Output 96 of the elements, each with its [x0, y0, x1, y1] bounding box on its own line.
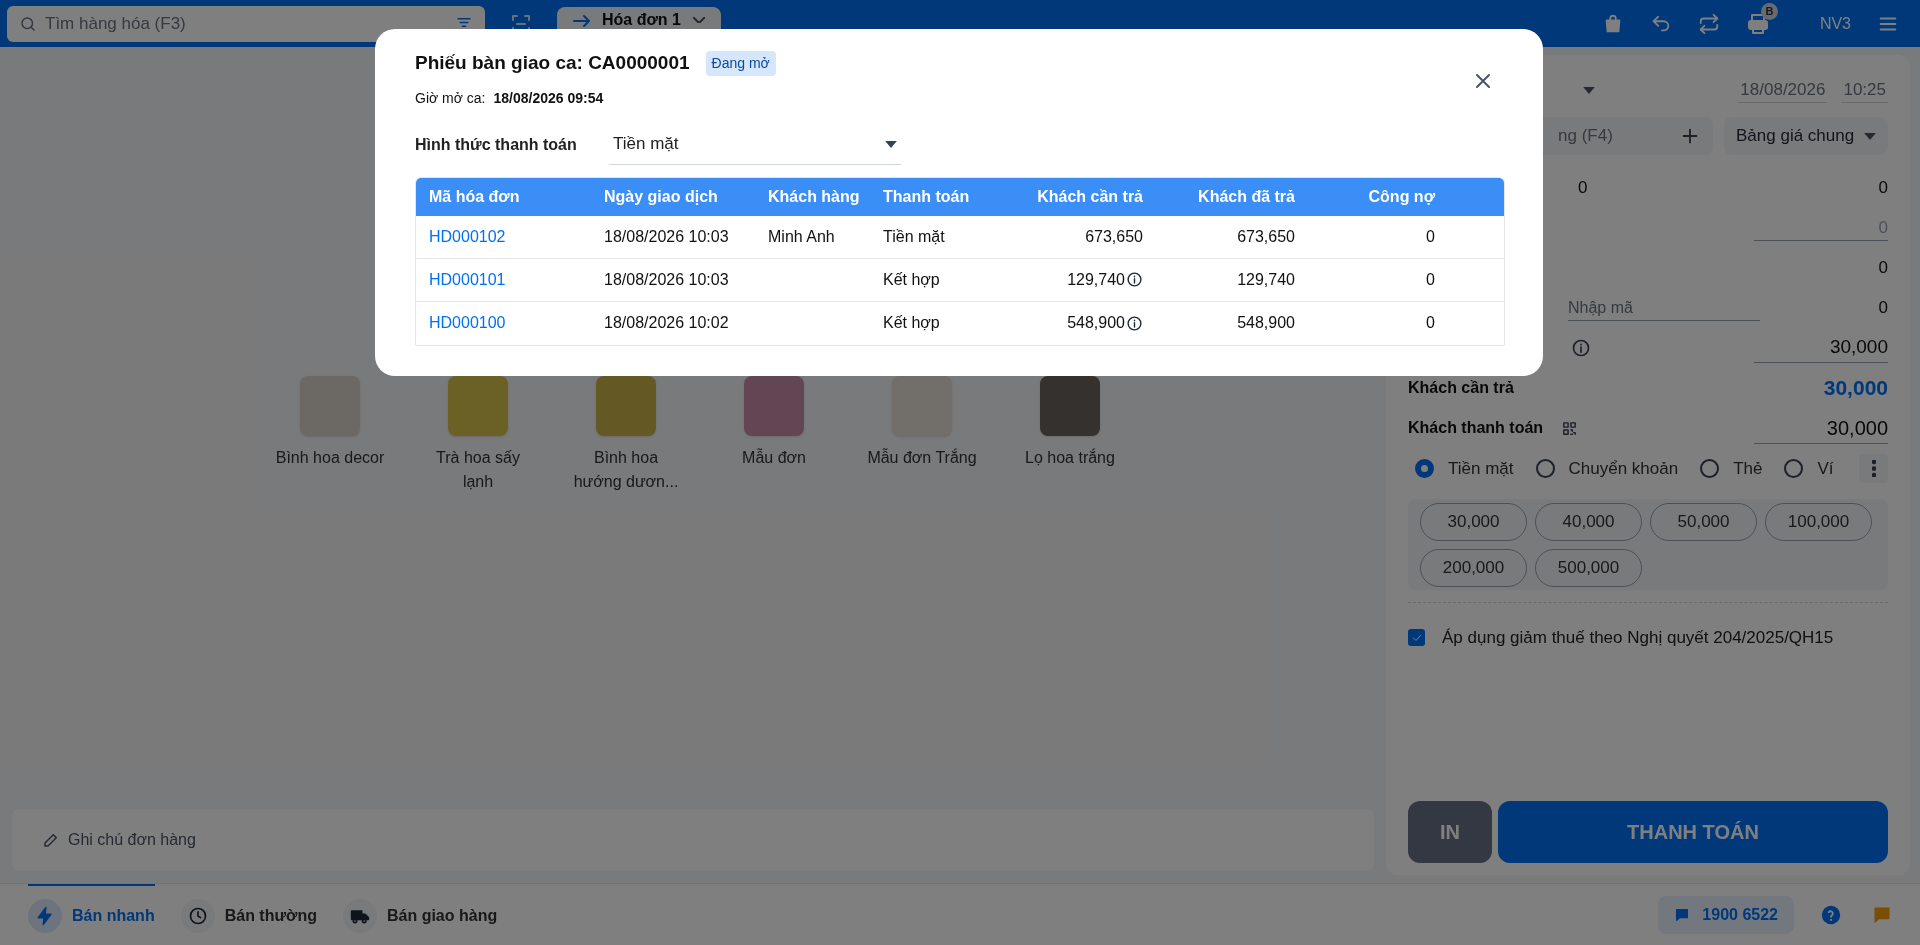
photo-placeholder — [1040, 376, 1100, 436]
amount-due-cell: 129,740 — [1003, 267, 1143, 292]
product-card[interactable]: Mẫu đơn — [700, 376, 848, 494]
search-field[interactable]: Tìm hàng hóa (F3) — [7, 5, 485, 42]
open-time-value: 18/08/2026 09:54 — [493, 88, 604, 108]
repeat-icon[interactable] — [1697, 12, 1720, 35]
price-list-dropdown[interactable]: Bảng giá chung — [1724, 117, 1888, 155]
product-card[interactable]: Trà hoa sấy lạnh — [404, 376, 552, 494]
chat-icon — [1674, 906, 1691, 923]
column-header: Thanh toán — [883, 186, 971, 207]
product-card[interactable]: Mẫu đơn Trắng — [848, 376, 996, 494]
invoice-link[interactable]: HD000100 — [429, 311, 604, 335]
invoice-link[interactable]: HD000101 — [429, 267, 604, 292]
table-cell-text: 18/08/2026 10:02 — [604, 313, 730, 333]
arrow-icon — [573, 15, 590, 27]
item-count: 0 — [1578, 177, 1588, 200]
photo-placeholder — [596, 376, 656, 436]
table-cell-text: Tiền mặt — [883, 226, 946, 247]
table-cell-text: 18/08/2026 10:03 — [604, 269, 730, 290]
table-cell-text: 0 — [1425, 313, 1435, 333]
column-header: Khách cần trả — [1036, 186, 1143, 207]
payment-method-label: Tiền mặt — [1448, 457, 1514, 480]
sales-mode-tab[interactable]: Bán thường — [180, 883, 317, 945]
column-header: Khách hàng — [768, 186, 861, 207]
total-due-label: Khách cần trả — [1408, 378, 1514, 398]
customer-pays-field[interactable]: 30,000 — [1754, 412, 1888, 444]
table-cell-text: 548,900 — [1236, 313, 1295, 333]
table-cell-text: Minh Anh — [768, 226, 836, 247]
dropdown-caret-icon[interactable] — [1583, 86, 1595, 94]
pay-button[interactable]: THANH TOÁN — [1498, 801, 1888, 863]
order-note-field[interactable]: Ghi chú đơn hàng — [12, 809, 1374, 871]
caret-icon — [1864, 132, 1876, 140]
radio-button[interactable] — [1535, 459, 1555, 478]
lightning-icon — [35, 905, 55, 926]
radio-button[interactable] — [1415, 459, 1434, 478]
invoice-link[interactable]: HD000102 — [429, 224, 604, 249]
time-field[interactable]: 10:25 — [1841, 76, 1888, 104]
amount-due-cell-text: 673,650 — [1084, 226, 1143, 247]
more-options-button[interactable] — [1859, 454, 1888, 483]
product-card[interactable]: Lọ hoa trắng — [996, 376, 1144, 494]
open-time-label: Giờ mở ca: — [415, 88, 486, 108]
summary-value: 0 — [1878, 297, 1888, 320]
sales-mode-tab[interactable]: Bán giao hàng — [342, 883, 498, 945]
radio-button[interactable] — [1784, 459, 1804, 478]
customer-search-input[interactable]: ng (F4) — [1558, 123, 1658, 149]
tax-reduction-label: Áp dụng giảm thuế theo Nghị quyết 204/2025/QH15 — [1442, 627, 1834, 649]
search-input[interactable]: Tìm hàng hóa (F3) — [45, 10, 447, 37]
table-cell-text: 129,740 — [1236, 269, 1295, 290]
user-name[interactable]: NV3 — [1819, 11, 1851, 36]
column-header: Ngày giao dịch — [604, 186, 719, 207]
payment-method-label: Ví — [1817, 457, 1834, 480]
summary-value: 0 — [1878, 257, 1888, 280]
help-icon[interactable] — [1820, 903, 1842, 926]
table-cell-text: 673,650 — [1236, 226, 1295, 247]
notification-badge: B — [1760, 2, 1778, 20]
checkbox[interactable] — [1408, 629, 1425, 647]
customer-pays-label: Khách thanh toán — [1408, 418, 1544, 438]
caret-icon — [885, 140, 897, 148]
summary-value: 0 — [1878, 177, 1888, 200]
table-cell-text: 18/08/2026 10:03 — [604, 226, 730, 247]
pencil-icon — [42, 831, 60, 849]
table-cell-text: Kết hợp — [883, 269, 941, 290]
date-field[interactable]: 18/08/2026 — [1738, 76, 1828, 104]
dialog-title: Phiếu bàn giao ca: CA0000001 — [415, 51, 690, 75]
payment-method-label: Chuyển khoản — [1568, 457, 1679, 480]
caret-icon — [692, 17, 705, 23]
clock-icon — [187, 905, 208, 926]
column-header: Mã hóa đơn — [429, 186, 521, 207]
payment-filter-label: Hình thức thanh toán — [415, 134, 578, 155]
more-icon — [1871, 460, 1876, 477]
radio-button[interactable] — [1700, 459, 1720, 478]
column-header: Công nợ — [1367, 186, 1435, 207]
order-note-input[interactable]: Ghi chú đơn hàng — [68, 828, 1344, 852]
search-icon — [19, 14, 37, 33]
product-card[interactable]: Bình hoa hướng dươn... — [552, 376, 700, 494]
photo-placeholder — [892, 376, 952, 436]
tax-amount: 30,000 — [1754, 333, 1888, 363]
status-badge: Đang mở — [705, 50, 776, 76]
payment-method-label: Thẻ — [1733, 457, 1763, 480]
print-button[interactable]: IN — [1408, 801, 1492, 863]
column-header: Khách đã trả — [1197, 186, 1295, 207]
qr-code-icon[interactable] — [1561, 419, 1579, 437]
info-icon[interactable] — [1126, 271, 1143, 288]
info-icon[interactable] — [1126, 314, 1143, 332]
photo-placeholder — [744, 376, 804, 436]
amount-due-cell: 548,900 — [1003, 311, 1143, 335]
total-due-amount: 30,000 — [1823, 375, 1888, 402]
sales-mode-tab[interactable]: Bán nhanh — [28, 883, 155, 945]
table-cell-text: Kết hợp — [883, 313, 941, 333]
table-cell-text: 0 — [1425, 269, 1435, 290]
table-cell-text: 0 — [1425, 226, 1435, 247]
voucher-code-field[interactable]: Nhập mã — [1568, 295, 1760, 321]
photo-placeholder — [448, 376, 508, 436]
payment-filter-dropdown[interactable]: Tiền mặt — [609, 124, 901, 165]
hotline-button[interactable]: 1900 6522 — [1658, 895, 1794, 934]
product-card[interactable]: Bình hoa decor — [256, 376, 404, 494]
